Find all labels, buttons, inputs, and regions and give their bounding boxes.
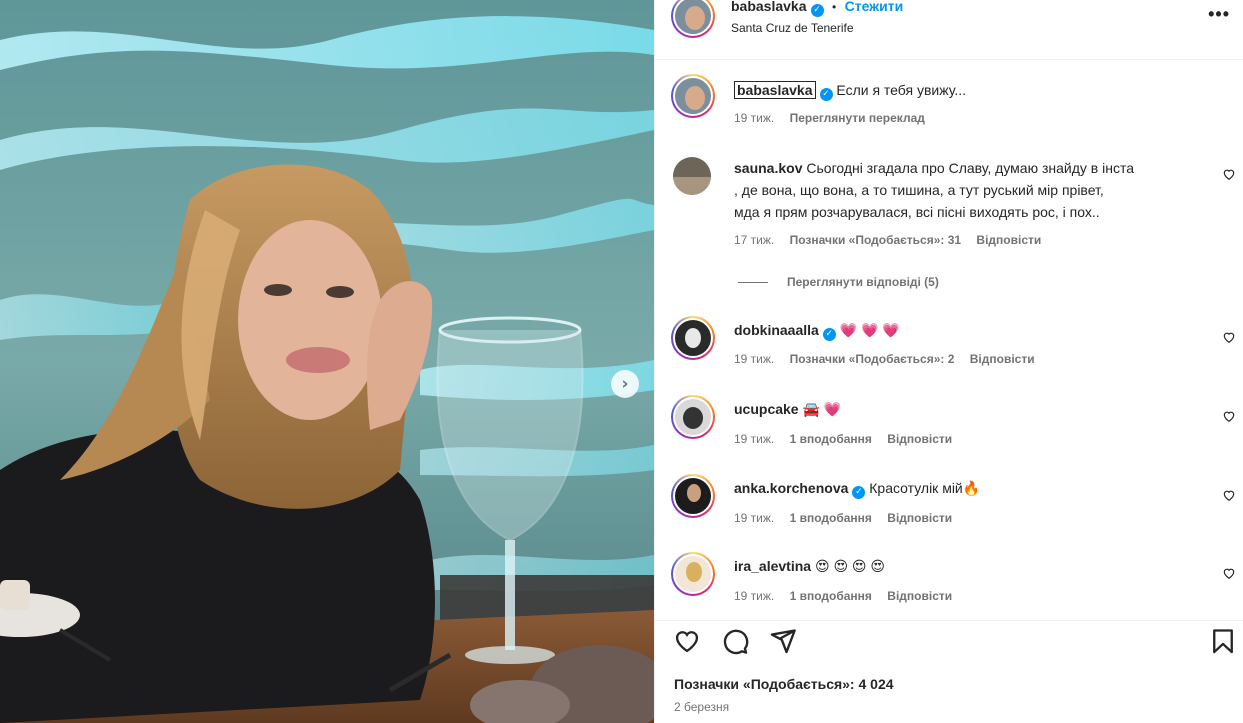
reply-button[interactable]: Відповісти <box>887 432 952 446</box>
comment-text-line: мда я прям розчарувалася, всі пісні вихо… <box>734 204 1100 220</box>
comment-item: ucupcake 🚘 💗 19 тиж. 1 вподобання Відпов… <box>655 395 1243 455</box>
caption: babaslavka ✓ Если я тебя увижу... 19 тиж.… <box>655 74 1243 134</box>
reply-button[interactable]: Відповісти <box>887 511 952 525</box>
translate-link[interactable]: Переглянути переклад <box>790 111 925 125</box>
caption-time[interactable]: 19 тиж. <box>734 111 774 125</box>
verified-badge-icon: ✓ <box>819 88 833 101</box>
comment-likes[interactable]: 1 вподобання <box>790 432 872 446</box>
share-icon[interactable] <box>769 627 797 655</box>
caption-username[interactable]: babaslavka <box>734 81 816 99</box>
post-photo: › <box>0 0 654 723</box>
comment-username[interactable]: anka.korchenova <box>734 480 848 496</box>
follow-button[interactable]: Стежити <box>845 0 904 14</box>
post-header: babaslavka ✓ • Стежити Santa Cruz de Tene… <box>655 0 1243 60</box>
reply-button[interactable]: Відповісти <box>887 589 952 603</box>
separator: • <box>831 0 837 14</box>
comment-likes[interactable]: 1 вподобання <box>790 511 872 525</box>
replies-divider <box>738 282 768 283</box>
author-avatar[interactable] <box>671 0 715 38</box>
comment-text: Красотулік мій🔥 <box>869 480 981 496</box>
comment-like-heart-icon[interactable] <box>1222 488 1236 502</box>
comment-item: ira_alevtina 😍 😍 😍 😍 19 тиж. 1 вподобанн… <box>655 552 1243 612</box>
post-sidebar: babaslavka ✓ • Стежити Santa Cruz de Tene… <box>654 0 1243 723</box>
verified-badge-icon: ✓ <box>810 4 824 17</box>
comment-icon[interactable] <box>721 627 749 655</box>
comment-item: sauna.kov Сьогодні згадала про Славу, ду… <box>655 155 1243 255</box>
actions-bar <box>655 620 1243 660</box>
caption-avatar[interactable] <box>671 74 715 118</box>
comment-text: 🚘 💗 <box>802 401 842 417</box>
reply-button[interactable]: Відповісти <box>970 352 1035 366</box>
comment-username[interactable]: ucupcake <box>734 401 799 417</box>
comment-time[interactable]: 19 тиж. <box>734 352 774 366</box>
more-options-icon[interactable]: ••• <box>1208 4 1230 25</box>
comment-like-heart-icon[interactable] <box>1222 330 1236 344</box>
view-replies[interactable]: Переглянути відповіді (5) <box>655 274 1243 292</box>
comment-time[interactable]: 19 тиж. <box>734 432 774 446</box>
comment-text-line: Сьогодні згадала про Славу, думаю знайду… <box>806 160 1135 176</box>
chevron-right-icon[interactable]: › <box>611 370 639 398</box>
comment-username[interactable]: sauna.kov <box>734 160 802 176</box>
comment-text: 😍 😍 😍 😍 <box>814 558 886 574</box>
comment-avatar[interactable] <box>673 157 711 195</box>
comment-item: anka.korchenova ✓ Красотулік мій🔥 19 тиж.… <box>655 474 1243 534</box>
comment-likes[interactable]: Позначки «Подобається»: 2 <box>790 352 955 366</box>
comment-text-line: , де вона, що вона, а то тишина, а тут р… <box>734 182 1104 198</box>
heart-icon[interactable] <box>673 627 701 655</box>
caption-text: Если я тебя увижу... <box>836 82 967 98</box>
post-image <box>0 0 654 723</box>
verified-badge-icon: ✓ <box>852 486 866 499</box>
comment-time[interactable]: 19 тиж. <box>734 511 774 525</box>
comment-text: 💗 💗 💗 <box>839 322 900 338</box>
comment-like-heart-icon[interactable] <box>1222 566 1236 580</box>
comment-avatar[interactable] <box>671 395 715 439</box>
comment-like-heart-icon[interactable] <box>1222 409 1236 423</box>
verified-badge-icon: ✓ <box>822 328 836 341</box>
comment-username[interactable]: dobkinaaalla <box>734 322 819 338</box>
comment-avatar[interactable] <box>671 552 715 596</box>
comment-time[interactable]: 19 тиж. <box>734 589 774 603</box>
author-username[interactable]: babaslavka <box>731 0 807 14</box>
comment-time[interactable]: 17 тиж. <box>734 233 774 247</box>
comment-likes[interactable]: Позначки «Подобається»: 31 <box>790 233 961 247</box>
post-date[interactable]: 2 березня <box>674 700 729 714</box>
comment-like-heart-icon[interactable] <box>1222 167 1236 181</box>
comment-likes[interactable]: 1 вподобання <box>790 589 872 603</box>
likes-count[interactable]: Позначки «Подобається»: 4 024 <box>674 676 894 692</box>
comment-item: dobkinaaalla ✓ 💗 💗 💗 19 тиж. Позначки «По… <box>655 316 1243 376</box>
reply-button[interactable]: Відповісти <box>976 233 1041 247</box>
comment-avatar[interactable] <box>671 474 715 518</box>
bookmark-icon[interactable] <box>1209 627 1237 655</box>
post-location[interactable]: Santa Cruz de Tenerife <box>731 21 854 35</box>
comment-username[interactable]: ira_alevtina <box>734 558 811 574</box>
view-replies-link[interactable]: Переглянути відповіді (5) <box>787 275 939 289</box>
comment-avatar[interactable] <box>671 316 715 360</box>
